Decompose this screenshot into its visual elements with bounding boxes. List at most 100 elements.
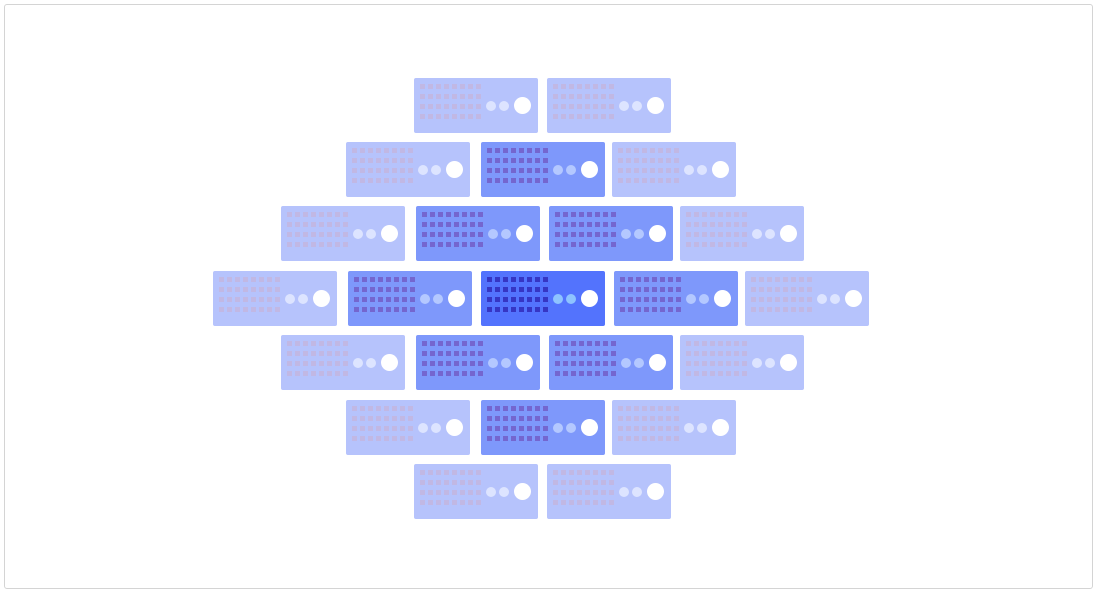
power-button-icon [381, 354, 398, 371]
server-rack-icon [346, 400, 470, 455]
vent-grid [219, 277, 280, 312]
power-button-icon [780, 225, 797, 242]
power-button-icon [647, 483, 664, 500]
power-button-icon [516, 225, 533, 242]
status-light-icon [697, 165, 707, 175]
status-light-icon [619, 101, 629, 111]
status-light-icon [621, 358, 631, 368]
power-button-icon [381, 225, 398, 242]
vent-grid [287, 341, 348, 376]
power-button-icon [845, 290, 862, 307]
status-light-icon [418, 423, 428, 433]
vent-grid [553, 470, 614, 505]
vent-grid [618, 148, 679, 183]
status-light-icon [285, 294, 295, 304]
status-light-icon [752, 229, 762, 239]
status-light-icon [486, 487, 496, 497]
status-light-icon [765, 358, 775, 368]
vent-grid [352, 148, 413, 183]
power-button-icon [514, 483, 531, 500]
vent-grid [354, 277, 415, 312]
vent-grid [555, 341, 616, 376]
status-light-icon [632, 487, 642, 497]
server-rack-icon [346, 142, 470, 197]
status-light-icon [553, 294, 563, 304]
server-rack-icon [281, 206, 405, 261]
status-light-icon [632, 101, 642, 111]
vent-grid [618, 406, 679, 441]
vent-grid [422, 212, 483, 247]
status-light-icon [830, 294, 840, 304]
server-rack-icon [680, 335, 804, 390]
status-light-icon [619, 487, 629, 497]
power-button-icon [581, 419, 598, 436]
status-light-icon [431, 423, 441, 433]
power-button-icon [649, 225, 666, 242]
status-light-icon [621, 229, 631, 239]
vent-grid [487, 277, 548, 312]
status-light-icon [684, 423, 694, 433]
server-rack-icon [281, 335, 405, 390]
status-light-icon [566, 423, 576, 433]
status-light-icon [501, 229, 511, 239]
server-rack-icon [481, 400, 605, 455]
status-light-icon [499, 487, 509, 497]
vent-grid [751, 277, 812, 312]
status-light-icon [566, 165, 576, 175]
server-rack-icon [614, 271, 738, 326]
server-rack-icon [416, 335, 540, 390]
vent-grid [686, 212, 747, 247]
status-light-icon [501, 358, 511, 368]
status-light-icon [431, 165, 441, 175]
status-light-icon [697, 423, 707, 433]
power-button-icon [516, 354, 533, 371]
server-cluster-illustration [0, 0, 1099, 595]
vent-grid [555, 212, 616, 247]
vent-grid [422, 341, 483, 376]
status-light-icon [488, 229, 498, 239]
status-light-icon [433, 294, 443, 304]
power-button-icon [780, 354, 797, 371]
vent-grid [420, 84, 481, 119]
server-rack-icon [549, 335, 673, 390]
vent-grid [287, 212, 348, 247]
status-light-icon [566, 294, 576, 304]
power-button-icon [448, 290, 465, 307]
power-button-icon [649, 354, 666, 371]
status-light-icon [366, 358, 376, 368]
status-light-icon [353, 229, 363, 239]
vent-grid [420, 470, 481, 505]
power-button-icon [712, 161, 729, 178]
status-light-icon [817, 294, 827, 304]
server-rack-icon [549, 206, 673, 261]
status-light-icon [553, 165, 563, 175]
status-light-icon [686, 294, 696, 304]
vent-grid [553, 84, 614, 119]
server-rack-icon [612, 142, 736, 197]
vent-grid [487, 148, 548, 183]
status-light-icon [765, 229, 775, 239]
vent-grid [487, 406, 548, 441]
status-light-icon [488, 358, 498, 368]
status-light-icon [634, 229, 644, 239]
power-button-icon [581, 290, 598, 307]
status-light-icon [353, 358, 363, 368]
server-rack-icon [348, 271, 472, 326]
server-rack-icon [481, 142, 605, 197]
status-light-icon [486, 101, 496, 111]
power-button-icon [712, 419, 729, 436]
power-button-icon [313, 290, 330, 307]
status-light-icon [553, 423, 563, 433]
vent-grid [352, 406, 413, 441]
status-light-icon [684, 165, 694, 175]
server-rack-icon [745, 271, 869, 326]
power-button-icon [714, 290, 731, 307]
server-rack-icon [547, 78, 671, 133]
status-light-icon [418, 165, 428, 175]
server-rack-icon [414, 464, 538, 519]
server-rack-icon [213, 271, 337, 326]
power-button-icon [514, 97, 531, 114]
server-rack-icon [416, 206, 540, 261]
status-light-icon [366, 229, 376, 239]
status-light-icon [499, 101, 509, 111]
